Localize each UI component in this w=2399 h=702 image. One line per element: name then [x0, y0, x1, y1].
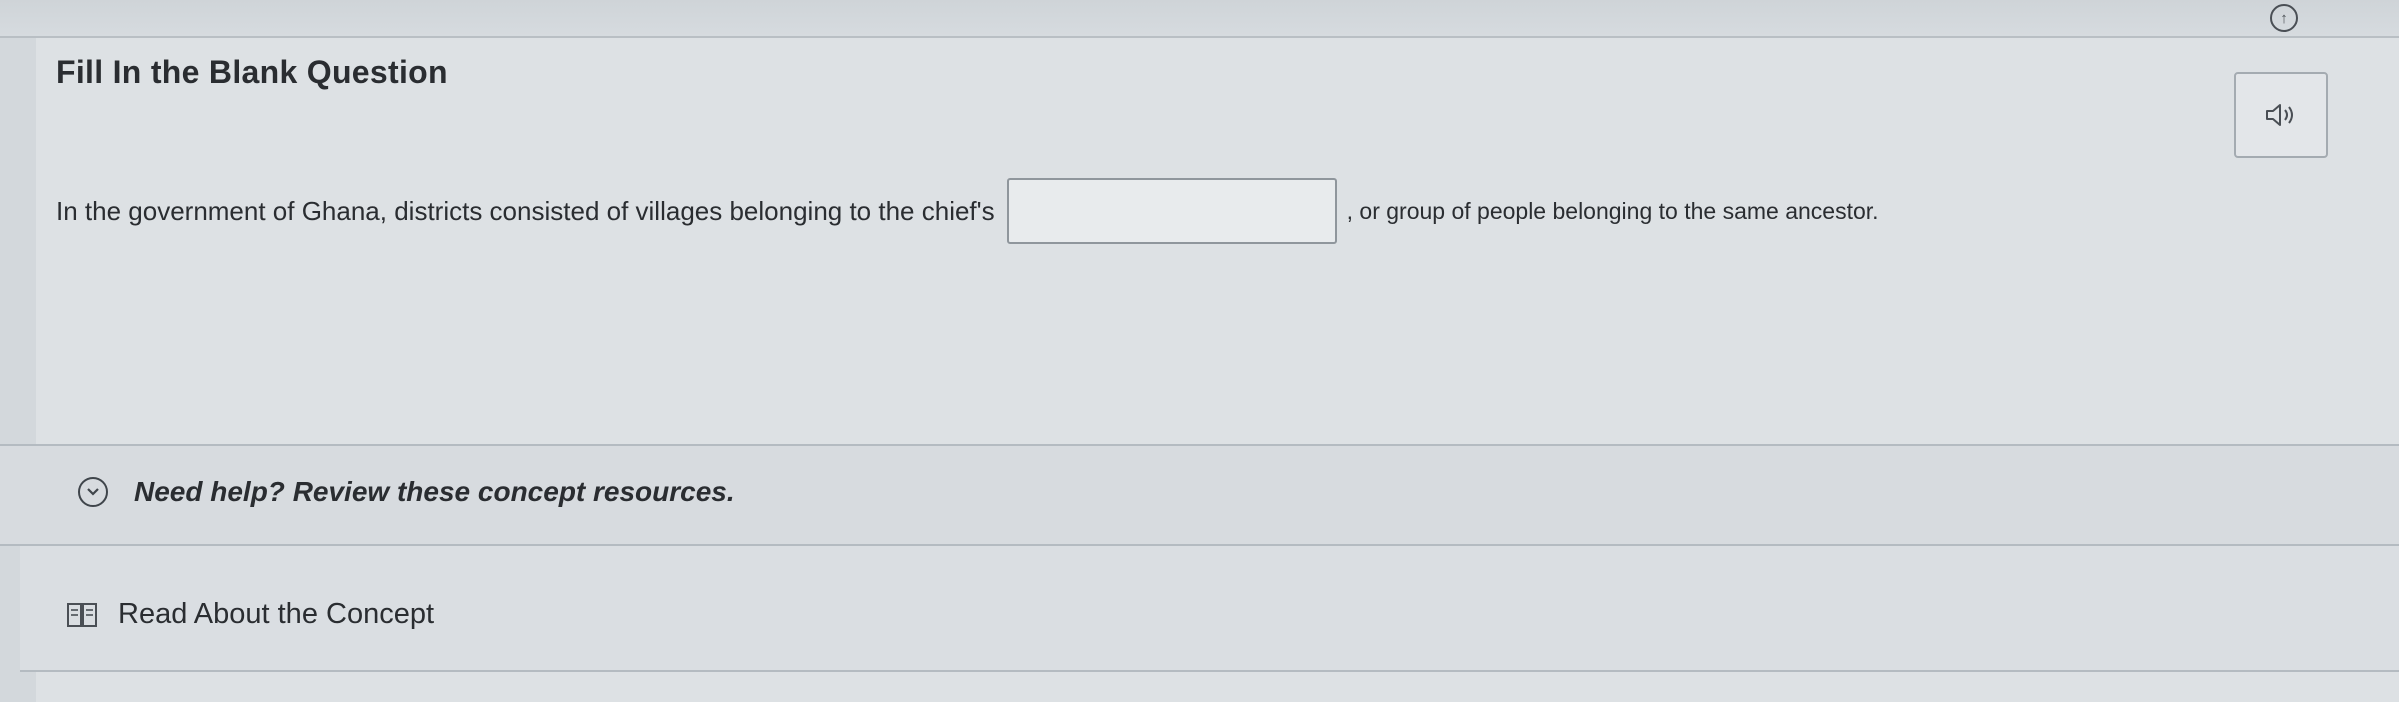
- help-toggle-button[interactable]: Need help? Review these concept resource…: [78, 476, 735, 508]
- read-about-concept-label: Read About the Concept: [118, 598, 435, 630]
- question-heading: Fill In the Blank Question: [56, 54, 448, 90]
- help-panel: Need help? Review these concept resource…: [0, 444, 2399, 546]
- chevron-down-circle-icon: [78, 477, 108, 507]
- question-sentence: In the government of Ghana, districts co…: [56, 174, 2386, 248]
- resource-panel: Read About the Concept: [20, 546, 2399, 672]
- top-frame: ↑: [0, 0, 2399, 38]
- question-text-after: , or group of people belonging to the sa…: [1346, 197, 1879, 224]
- speaker-icon: [2266, 104, 2293, 126]
- book-icon: [66, 601, 98, 629]
- help-toggle-label: Need help? Review these concept resource…: [134, 476, 735, 507]
- read-about-concept-link[interactable]: Read About the Concept: [66, 598, 434, 631]
- question-text-before: In the government of Ghana, districts co…: [56, 195, 995, 226]
- read-aloud-button[interactable]: [2234, 72, 2328, 158]
- circle-arrow-icon[interactable]: ↑: [2270, 4, 2298, 32]
- blank-answer-input[interactable]: [1006, 178, 1337, 244]
